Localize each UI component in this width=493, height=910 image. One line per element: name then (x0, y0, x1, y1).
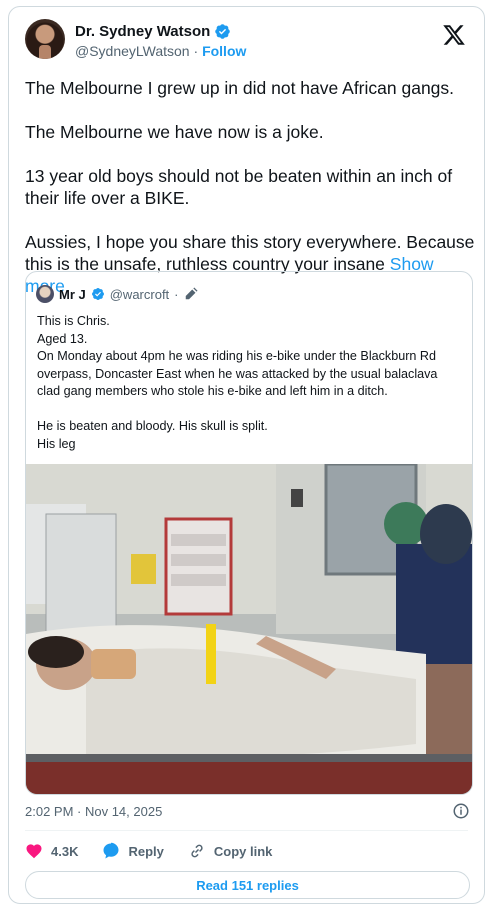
quoted-line: He is beaten and bloody. His skull is sp… (37, 419, 268, 433)
pencil-icon (185, 287, 198, 300)
x-logo-icon[interactable] (442, 23, 466, 47)
like-button[interactable]: 4.3K (25, 842, 78, 860)
author-handle-row: @SydneyLWatson · Follow (75, 43, 246, 59)
quoted-author-avatar (36, 285, 54, 303)
tweet-header: Dr. Sydney Watson @SydneyLWatson · Follo… (25, 19, 470, 63)
like-count: 4.3K (51, 843, 79, 859)
copy-link-button[interactable]: Copy link (188, 842, 273, 860)
embedded-tweet-card: Dr. Sydney Watson @SydneyLWatson · Follo… (8, 6, 485, 904)
quoted-line: clad gang members who stole his e-bike a… (37, 384, 388, 398)
separator-dot: · (193, 43, 199, 59)
copy-link-label: Copy link (213, 843, 273, 859)
quoted-tweet-header: Mr J @warcroft · (36, 284, 198, 304)
tweet-paragraph: The Melbourne we have now is a joke. (25, 122, 324, 142)
quoted-author-handle: @warcroft (109, 286, 170, 302)
quoted-line: overpass, Doncaster East when he was att… (37, 366, 438, 381)
tweet-paragraph: The Melbourne I grew up in did not have … (25, 78, 455, 98)
quoted-line: On Monday about 4pm he was riding his e-… (37, 349, 437, 363)
quoted-tweet-photo[interactable] (26, 464, 472, 794)
reply-bubble-icon (103, 842, 119, 859)
quoted-author-name: Mr J (59, 286, 86, 302)
quoted-line: His leg (37, 436, 76, 451)
author-handle[interactable]: @SydneyLWatson (75, 43, 190, 59)
verified-badge-icon (91, 288, 104, 300)
quoted-line: This is Chris. (37, 314, 110, 328)
author-avatar[interactable] (25, 19, 65, 59)
reply-button[interactable]: Reply (102, 842, 164, 860)
divider (25, 830, 468, 831)
read-replies-button[interactable]: Read 151 replies (25, 871, 470, 899)
author-display-name[interactable]: Dr. Sydney Watson (75, 23, 210, 40)
quoted-line-blank (37, 401, 467, 419)
tweet-actions: 4.3K Reply Copy link (25, 837, 296, 865)
tweet-paragraph: 13 year old boys should not be beaten wi… (25, 166, 453, 208)
reply-label: Reply (128, 843, 164, 859)
quoted-tweet-text: This is Chris. Aged 13. On Monday about … (37, 313, 467, 453)
info-icon[interactable] (452, 802, 470, 820)
verified-badge-icon (215, 23, 231, 39)
quoted-line: Aged 13. (37, 331, 88, 346)
tweet-timestamp[interactable]: 2:02 PM · Nov 14, 2025 (25, 804, 162, 819)
link-icon (191, 844, 203, 858)
hospital-scene-image (26, 464, 472, 794)
heart-icon (26, 844, 42, 859)
author-name-row: Dr. Sydney Watson (75, 22, 231, 40)
separator-dot: · (174, 286, 179, 302)
follow-button[interactable]: Follow (202, 43, 246, 59)
quoted-tweet[interactable]: Mr J @warcroft · This is Chris. Aged 13.… (25, 271, 473, 795)
